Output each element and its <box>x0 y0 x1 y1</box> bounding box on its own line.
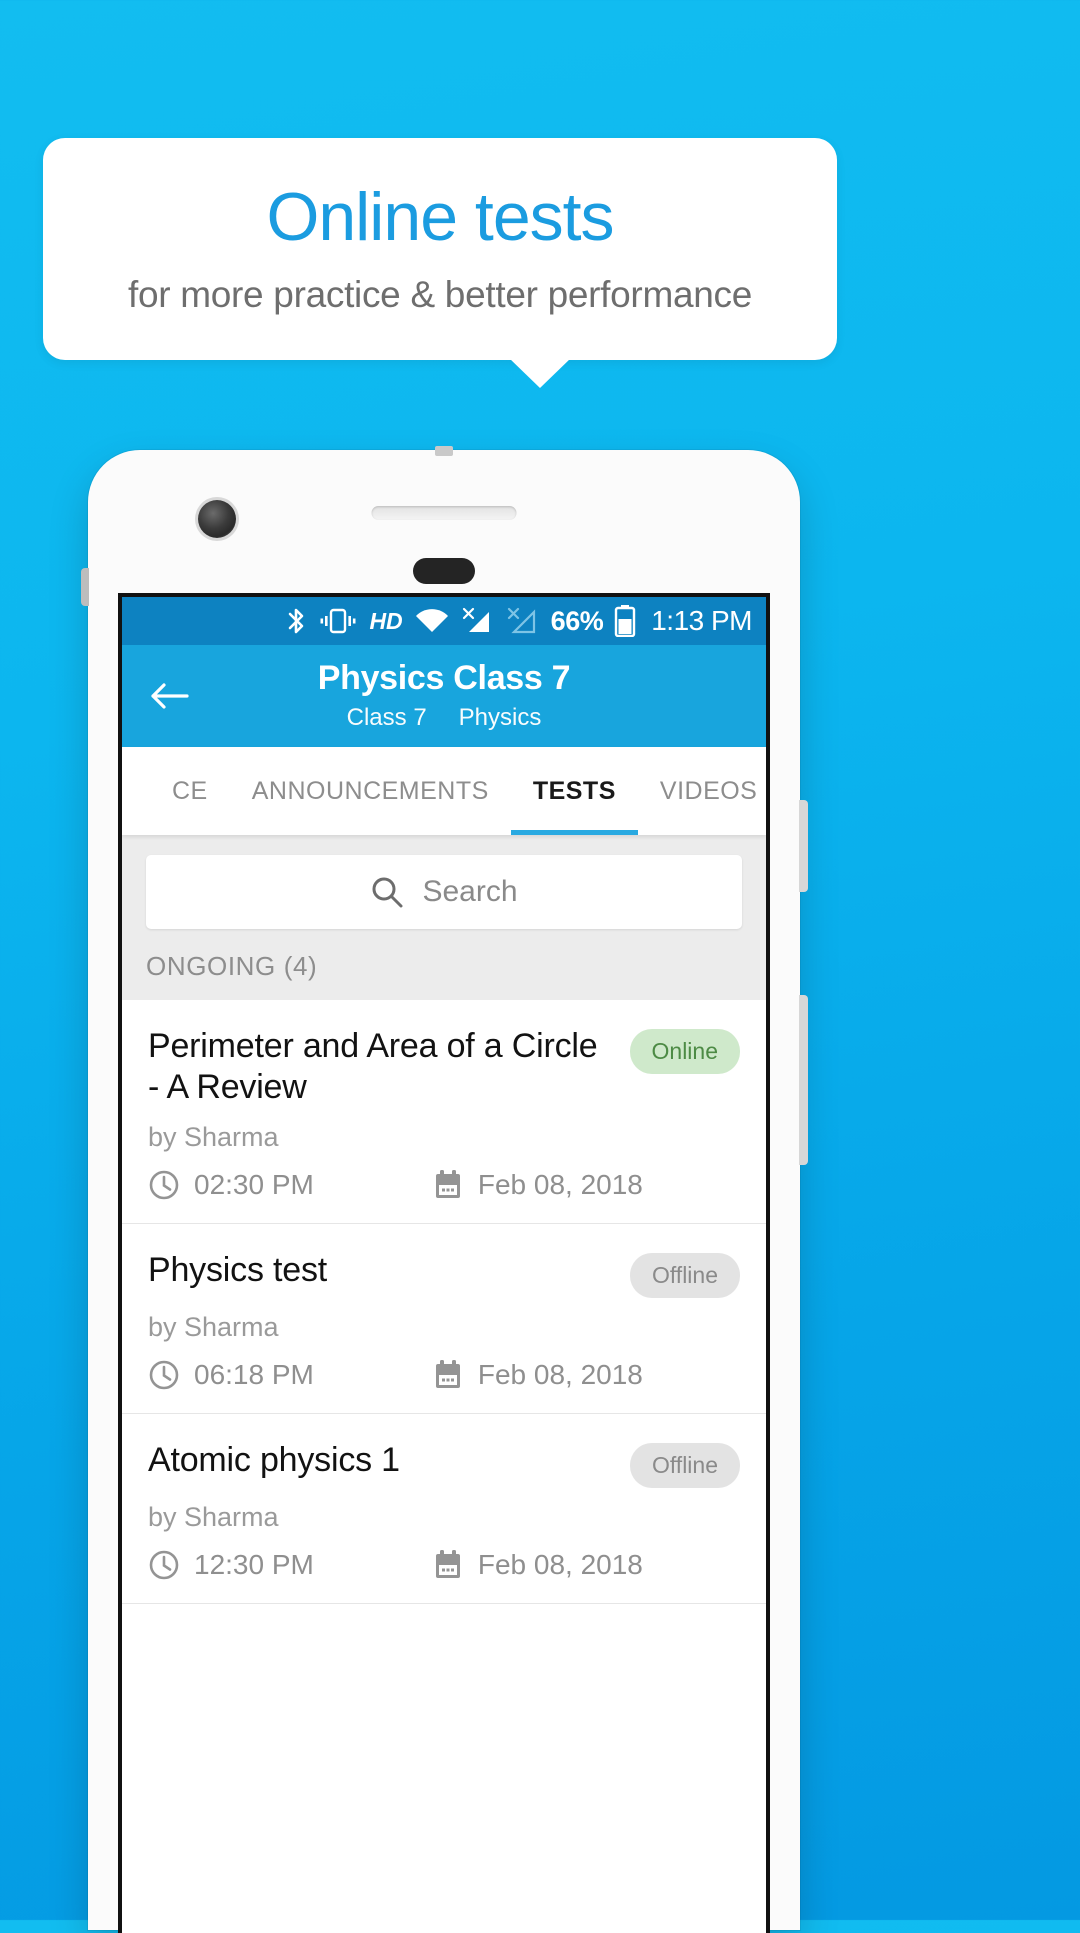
breadcrumb: Class 7 Physics <box>347 704 542 732</box>
card-meta: 02:30 PM Feb 08, 2018 <box>148 1169 740 1201</box>
clock-icon <box>148 1169 180 1201</box>
test-date-label: Feb 08, 2018 <box>477 1358 643 1390</box>
test-time-label: 02:30 PM <box>194 1168 314 1200</box>
card-header: Perimeter and Area of a Circle - A Revie… <box>148 1026 740 1108</box>
card-header: Atomic physics 1 Offline <box>148 1440 740 1488</box>
test-time-label: 12:30 PM <box>194 1548 314 1580</box>
volume-button[interactable] <box>799 800 808 892</box>
card-meta: 06:18 PM Feb 08, 2018 <box>148 1359 740 1391</box>
earpiece-speaker <box>371 506 517 520</box>
test-title: Physics test <box>148 1250 327 1289</box>
test-date: Feb 08, 2018 <box>432 1359 643 1391</box>
antenna-mark <box>435 446 453 456</box>
status-bar: HD 66% 1:13 PM <box>122 597 766 645</box>
page-title: Physics Class 7 <box>317 659 571 698</box>
search-section: Search <box>122 835 766 951</box>
calendar-icon <box>432 1549 464 1581</box>
test-author: by Sharma <box>148 1121 279 1152</box>
wifi-icon <box>414 607 450 635</box>
status-badge: Offline <box>629 1442 740 1488</box>
card-meta: 12:30 PM Feb 08, 2018 <box>148 1549 740 1581</box>
test-time: 12:30 PM <box>148 1549 314 1581</box>
breadcrumb-class: Class 7 <box>346 703 427 731</box>
test-date-label: Feb 08, 2018 <box>477 1548 643 1580</box>
promo-callout-tail <box>509 358 571 388</box>
calendar-icon <box>432 1169 464 1201</box>
app-bar: Physics Class 7 Class 7 Physics <box>122 645 766 747</box>
battery-percent-label: 66% <box>550 605 604 636</box>
card-header: Physics test Offline <box>148 1250 740 1298</box>
arrow-left-icon[interactable] <box>146 673 192 719</box>
list-item[interactable]: Physics test Offline by Sharma 06:18 PM <box>122 1223 766 1414</box>
search-input[interactable]: Search <box>146 855 742 929</box>
calendar-icon <box>432 1359 464 1391</box>
sensor-strip <box>413 558 475 584</box>
test-author: by Sharma <box>148 1311 279 1342</box>
clock-icon <box>148 1359 180 1391</box>
signal-no-sim-icon <box>461 606 495 636</box>
breadcrumb-subject: Physics <box>458 703 542 731</box>
tab-tests[interactable]: TESTS <box>510 747 638 835</box>
test-date: Feb 08, 2018 <box>432 1169 643 1201</box>
promo-title: Online tests <box>266 179 614 256</box>
tab-videos[interactable]: VIDEOS <box>638 747 766 835</box>
test-time: 02:30 PM <box>148 1169 314 1201</box>
tab-ce[interactable]: CE <box>150 747 230 835</box>
search-icon <box>370 875 404 909</box>
signal-no-sim-2-icon <box>506 606 540 636</box>
test-date-label: Feb 08, 2018 <box>477 1168 643 1200</box>
test-date: Feb 08, 2018 <box>432 1549 643 1581</box>
test-time: 06:18 PM <box>148 1359 314 1391</box>
promo-callout: Online tests for more practice & better … <box>43 138 837 360</box>
clock-icon <box>148 1549 180 1581</box>
search-placeholder: Search <box>422 875 518 908</box>
power-button[interactable] <box>799 995 808 1165</box>
status-badge: Offline <box>629 1252 740 1298</box>
status-badge: Online <box>629 1029 740 1074</box>
phone-mockup: HD 66% 1:13 PM Physics Class 7 Class 7 P… <box>81 446 808 1933</box>
test-title: Perimeter and Area of a Circle - A Revie… <box>148 1027 598 1106</box>
phone-screen: HD 66% 1:13 PM Physics Class 7 Class 7 P… <box>118 593 770 1933</box>
promo-subtitle: for more practice & better performance <box>127 273 753 315</box>
section-header-ongoing: ONGOING (4) <box>122 951 766 1000</box>
list-item[interactable]: Atomic physics 1 Offline by Sharma 12:30… <box>122 1413 766 1604</box>
tab-announcements[interactable]: ANNOUNCEMENTS <box>230 747 511 835</box>
front-camera-icon <box>198 500 236 538</box>
test-time-label: 06:18 PM <box>194 1358 314 1390</box>
test-author: by Sharma <box>148 1501 279 1532</box>
vibrate-icon <box>318 607 358 635</box>
tab-bar: CE ANNOUNCEMENTS TESTS VIDEOS <box>122 747 766 835</box>
test-title: Atomic physics 1 <box>148 1440 400 1479</box>
hd-icon: HD <box>369 607 403 634</box>
battery-icon <box>614 605 636 637</box>
list-item[interactable]: Perimeter and Area of a Circle - A Revie… <box>122 1000 766 1224</box>
sim-tray <box>81 568 89 606</box>
bluetooth-icon <box>285 606 307 636</box>
clock-label: 1:13 PM <box>651 605 752 636</box>
